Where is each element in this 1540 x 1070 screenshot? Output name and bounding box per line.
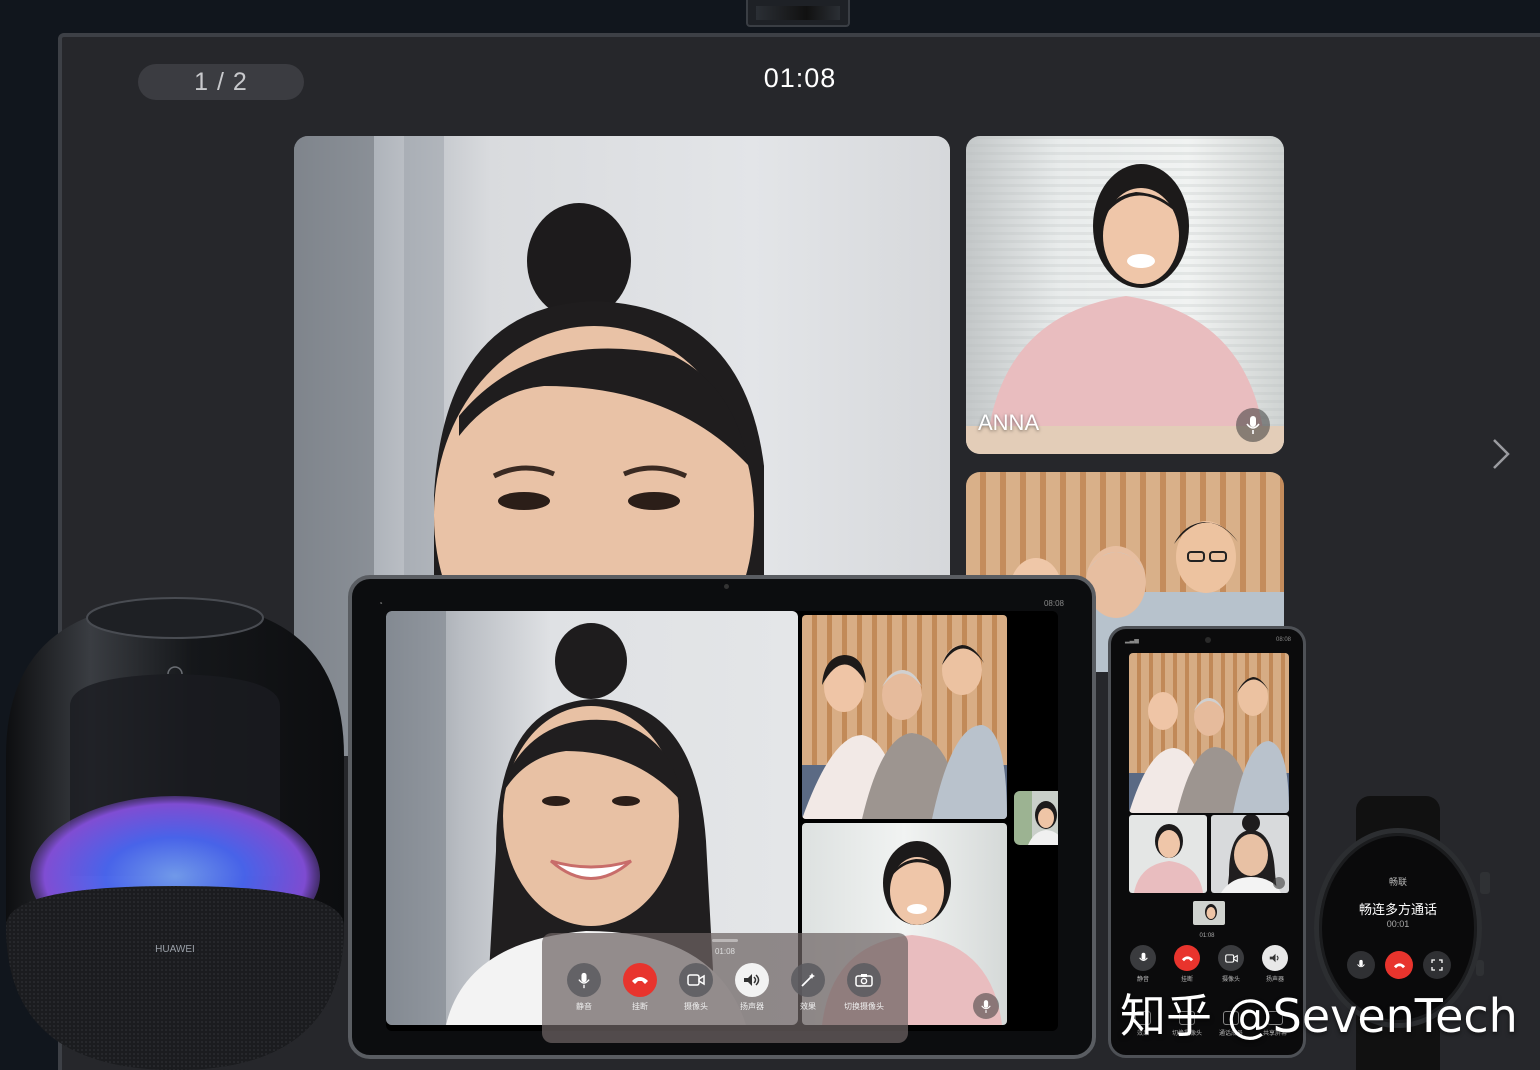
switch-camera-button[interactable]: 切换摄像头 — [842, 963, 886, 1012]
mute-label: 静音 — [576, 1002, 592, 1011]
tablet-status-time: 08:08 — [1043, 599, 1064, 608]
switch-camera-icon — [847, 963, 881, 997]
microphone-icon[interactable] — [973, 993, 999, 1019]
phone-camera-dot — [1205, 637, 1211, 643]
microphone-icon[interactable] — [1236, 408, 1270, 442]
watch-crown — [1480, 872, 1490, 894]
microphone-icon — [1130, 945, 1156, 971]
participant-video-anna[interactable]: ANNA — [966, 136, 1284, 454]
smart-speaker: HUAWEI — [6, 597, 344, 1070]
hangup-icon — [1174, 945, 1200, 971]
watch-mute-button[interactable] — [1347, 951, 1375, 979]
phone-woman-video[interactable] — [1211, 815, 1289, 893]
phone-anna-video[interactable] — [1129, 815, 1207, 893]
expand-icon — [1431, 959, 1443, 971]
hangup-label: 挂断 — [632, 1002, 648, 1011]
phone-woman-image — [1221, 815, 1285, 893]
phone-hangup-button[interactable]: 挂断 — [1165, 945, 1209, 983]
watch-hangup-button[interactable] — [1385, 951, 1413, 979]
tablet-wifi-icon: ◔ — [378, 599, 383, 608]
speaker-brand-label: HUAWEI — [155, 944, 195, 955]
speaker-button[interactable]: 扬声器 — [730, 963, 774, 1012]
phone-anna-image — [1134, 824, 1203, 893]
tablet-device: ◔ 08:08 01:08 静音 挂断 摄像头 扬声器 效果 切换摄像头 — [348, 575, 1096, 1059]
phone-status-time: 08:08 — [1275, 637, 1291, 643]
tablet-camera-dot — [724, 584, 729, 589]
watch-call-time: 00:01 — [1386, 919, 1410, 929]
camera-icon — [679, 963, 713, 997]
mute-button[interactable]: 静音 — [562, 963, 606, 1012]
panel-call-time: 01:08 — [714, 947, 736, 956]
anna-video-image — [966, 136, 1284, 454]
phone-family-video[interactable] — [1129, 653, 1289, 813]
participant-name-label: ANNA — [978, 410, 1040, 435]
self-view-image — [1205, 904, 1217, 920]
watermark-text: 知乎 @SevenTech — [1120, 989, 1518, 1043]
hangup-icon — [1393, 962, 1405, 968]
self-view-image — [1014, 791, 1058, 845]
tablet-self-view-thumbnail[interactable] — [1014, 791, 1058, 845]
speaker-icon — [1262, 945, 1288, 971]
camera-label: 摄像头 — [684, 1002, 708, 1011]
tablet-family-video[interactable] — [802, 615, 1007, 819]
hangup-button[interactable]: 挂断 — [618, 963, 662, 1012]
hangup-icon — [623, 963, 657, 997]
page-indicator[interactable]: 1 / 2 — [138, 64, 304, 100]
phone-call-time: 01:08 — [1199, 933, 1215, 939]
switch-camera-label: 切换摄像头 — [844, 1002, 884, 1011]
watch-status-label: 畅联 — [1388, 877, 1407, 887]
speaker-icon — [735, 963, 769, 997]
watch-more-button[interactable] — [1423, 951, 1451, 979]
watch-call-title: 畅连多方通话 — [1358, 902, 1437, 917]
tv-camera — [746, 0, 850, 27]
phone-speaker-button[interactable]: 扬声器 — [1253, 945, 1297, 983]
call-timer: 01:08 — [763, 63, 837, 93]
effects-label: 效果 — [800, 1002, 816, 1011]
camera-button[interactable]: 摄像头 — [674, 963, 718, 1012]
microphone-icon — [1357, 959, 1365, 968]
speaker-label: 扬声器 — [740, 1002, 764, 1011]
effects-button[interactable]: 效果 — [786, 963, 830, 1012]
phone-camera-button[interactable]: 摄像头 — [1209, 945, 1253, 983]
phone-self-view-thumbnail[interactable] — [1193, 901, 1225, 925]
next-page-arrow-icon[interactable] — [1490, 437, 1512, 471]
microphone-icon — [567, 963, 601, 997]
camera-icon — [1218, 945, 1244, 971]
panel-grabber[interactable] — [712, 939, 738, 942]
watch-button — [1476, 960, 1484, 976]
phone-signal-icon: ▂▃▅ — [1125, 638, 1139, 644]
tablet-family-image — [802, 645, 1007, 819]
phone-mute-button[interactable]: 静音 — [1121, 945, 1165, 983]
effects-icon — [791, 963, 825, 997]
call-control-panel: 01:08 静音 挂断 摄像头 扬声器 效果 切换摄像头 — [542, 933, 908, 1043]
phone-family-image — [1129, 677, 1289, 813]
